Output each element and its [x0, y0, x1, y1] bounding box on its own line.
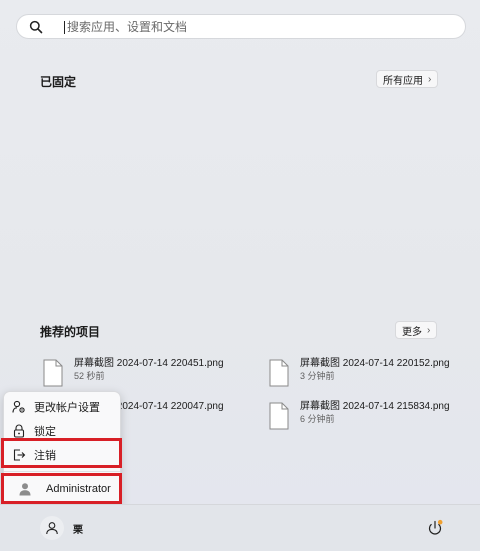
power-icon	[428, 519, 443, 535]
text-cursor	[64, 21, 65, 34]
recommended-item[interactable]: 屏幕截图 2024-07-14 220451.png 52 秒前	[42, 357, 224, 391]
file-time: 52 秒前	[74, 371, 105, 381]
lock-icon	[13, 424, 25, 438]
file-icon	[269, 402, 289, 430]
recommended-item[interactable]: 屏幕截图 2024-07-14 220152.png 3 分钟前	[268, 357, 450, 391]
file-time: 3 分钟前	[300, 371, 335, 381]
file-name: 屏幕截图 2024-07-14 215834.png	[300, 401, 450, 412]
more-label: 更多	[402, 326, 422, 338]
power-button[interactable]	[425, 518, 445, 538]
recommended-item[interactable]: 屏幕截图 2024-07-14 215834.png 6 分钟前	[268, 400, 450, 434]
sign-out-highlight	[1, 438, 122, 468]
all-apps-button[interactable]: 所有应用 ›	[376, 70, 439, 88]
chevron-right-icon: ›	[428, 73, 432, 85]
file-time: 6 分钟前	[300, 414, 335, 424]
file-icon	[43, 359, 63, 387]
file-icon	[269, 359, 289, 387]
all-apps-label: 所有应用	[383, 75, 423, 87]
recommended-title: 推荐的项目	[40, 325, 101, 339]
search-box[interactable]	[16, 14, 467, 39]
chevron-right-icon: ›	[427, 324, 431, 336]
avatar	[40, 516, 64, 540]
person-gear-icon	[12, 400, 25, 413]
update-dot	[437, 519, 443, 525]
menu-divider	[4, 471, 120, 472]
file-name: 屏幕截图 2024-07-14 220152.png	[300, 358, 450, 369]
lock-label: 锁定	[34, 426, 56, 438]
pinned-title: 已固定	[40, 75, 77, 89]
user-name: 栗	[73, 524, 83, 536]
search-icon	[29, 20, 43, 34]
change-account-settings-label: 更改帐户设置	[34, 402, 100, 414]
person-icon	[46, 522, 58, 535]
user-account-button[interactable]: 栗	[40, 515, 83, 541]
file-name: 屏幕截图 2024-07-14 220451.png	[74, 358, 224, 369]
search-input[interactable]	[67, 18, 467, 36]
other-user-highlight	[1, 473, 122, 504]
change-account-settings-item[interactable]: 更改帐户设置	[4, 396, 120, 418]
more-button[interactable]: 更多 ›	[395, 321, 438, 339]
